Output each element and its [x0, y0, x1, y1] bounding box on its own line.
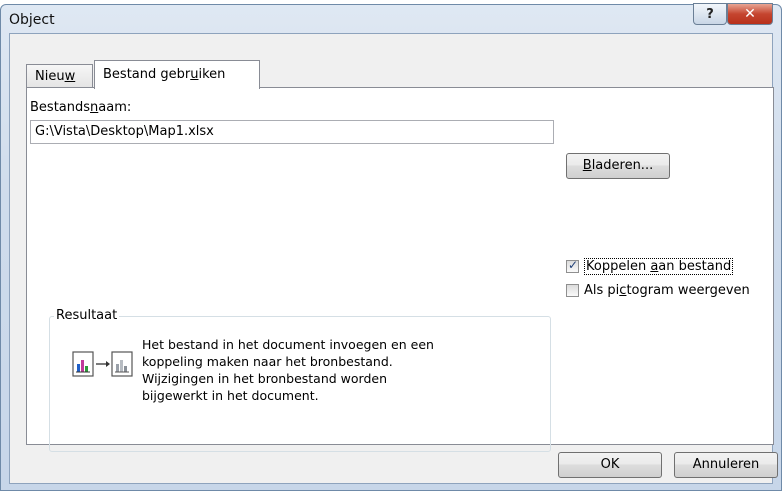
display-as-icon-checkbox[interactable]: Als pictogram weergeven [566, 283, 750, 298]
result-line: Wijzigingen in het bronbestand worden [142, 371, 388, 386]
help-icon: ? [706, 6, 714, 22]
link-to-file-label: Koppelen aan bestand [584, 258, 734, 275]
result-line: koppeling maken naar het bronbestand. [142, 354, 393, 369]
icon-label-start: Als pi [584, 283, 620, 298]
link-label-start: Koppelen [586, 259, 651, 274]
result-line: Het bestand in het document invoegen en … [142, 337, 434, 352]
checkbox-checked-icon [566, 258, 579, 273]
tab-new-accesskey: w [64, 69, 76, 84]
ok-button[interactable]: OK [558, 452, 662, 478]
display-as-icon-label: Als pictogram weergeven [584, 283, 750, 298]
tab-new-label: Nieu [35, 69, 65, 84]
browse-label: laderen... [591, 158, 654, 173]
result-description: Het bestand in het document invoegen en … [142, 336, 472, 404]
cancel-button[interactable]: Annuleren [674, 452, 778, 478]
object-dialog: Object ? ✕ Nieuw Bestand gebruiken Besta… [0, 3, 782, 491]
icon-label-end: togram weergeven [626, 283, 750, 298]
close-button[interactable]: ✕ [727, 3, 773, 25]
link-to-file-checkbox[interactable]: Koppelen aan bestand [566, 258, 734, 275]
linked-chart-icon [72, 351, 133, 377]
tab-use-file[interactable]: Bestand gebruiken [94, 60, 260, 89]
tab-use-file-label-end: iken [198, 67, 226, 82]
dialog-client-area: Nieuw Bestand gebruiken Bestandsnaam: G:… [9, 33, 774, 484]
close-icon: ✕ [744, 6, 756, 22]
filename-label-end: aam: [98, 100, 132, 115]
browse-accesskey: B [582, 158, 592, 173]
result-group-title: Resultaat [54, 308, 120, 323]
browse-button[interactable]: Bladeren... [566, 153, 670, 179]
dialog-title: Object [9, 12, 55, 28]
help-button[interactable]: ? [693, 3, 727, 25]
tab-new[interactable]: Nieuw [26, 64, 93, 88]
checkbox-unchecked-icon [566, 284, 579, 297]
tab-use-file-label: Bestand gebr [103, 67, 191, 82]
filename-label-start: Bestands [30, 100, 91, 115]
filename-input[interactable]: G:\Vista\Desktop\Map1.xlsx [30, 120, 554, 144]
filename-label: Bestandsnaam: [30, 100, 131, 115]
link-label-end: an bestand [658, 259, 732, 274]
title-bar: Object ? ✕ [1, 3, 781, 33]
result-line: bijgewerkt in het document. [142, 388, 319, 403]
